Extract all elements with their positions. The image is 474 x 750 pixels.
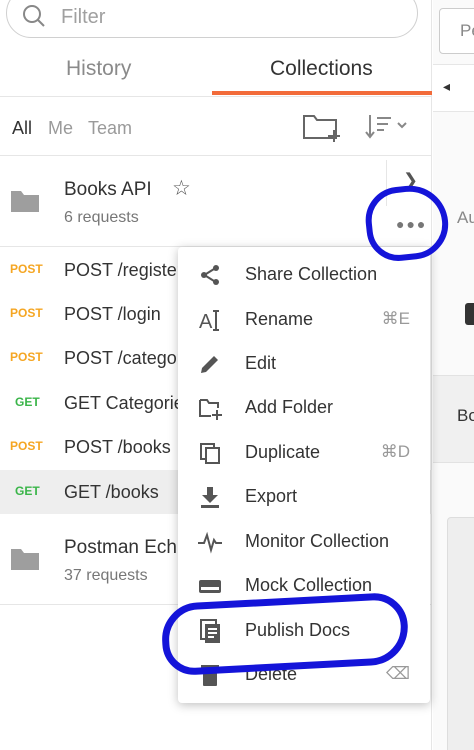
- active-tab-indicator: [212, 91, 432, 95]
- request-url-input[interactable]: Pe: [439, 8, 474, 54]
- method-badge: POST: [10, 306, 43, 320]
- chevron-down-icon[interactable]: ◂: [443, 78, 450, 95]
- add-folder-icon: [199, 399, 222, 420]
- mock-icon: [199, 580, 221, 593]
- collection-request-count: 6 requests: [64, 209, 139, 226]
- menu-item-monitor-collection[interactable]: Monitor Collection: [178, 520, 430, 564]
- star-icon[interactable]: ☆: [172, 176, 191, 201]
- collection-filters: All Me Team: [0, 98, 432, 156]
- method-badge: POST: [10, 262, 43, 276]
- menu-item-label: Monitor Collection: [245, 531, 390, 551]
- search-icon: [23, 5, 45, 27]
- duplicate-icon: [200, 443, 220, 464]
- annotation-circle-publish-docs: [160, 591, 410, 677]
- collection-name: Books API: [64, 179, 152, 200]
- new-collection-icon[interactable]: [302, 112, 342, 142]
- folder-icon: [11, 549, 39, 570]
- menu-item-label: Share Collection: [245, 264, 378, 284]
- tab-history[interactable]: History: [66, 57, 131, 81]
- menu-item-add-folder[interactable]: Add Folder: [178, 386, 430, 430]
- edit-icon: [201, 356, 218, 373]
- menu-item-shortcut: ⌫: [385, 664, 410, 683]
- collection-name: Postman Ech: [64, 537, 177, 558]
- body-tab-label[interactable]: Bo: [457, 406, 474, 426]
- method-badge: POST: [10, 439, 43, 453]
- menu-item-label: Add Folder: [245, 397, 334, 417]
- menu-item-duplicate[interactable]: Duplicate ⌘D: [178, 431, 430, 475]
- export-icon: [201, 487, 219, 508]
- method-badge: GET: [15, 395, 40, 409]
- filter-me[interactable]: Me: [48, 118, 73, 139]
- rename-icon: A: [199, 310, 219, 332]
- folder-icon: [11, 191, 39, 212]
- filter-team[interactable]: Team: [88, 118, 132, 139]
- menu-item-label: Edit: [245, 353, 277, 373]
- checkbox-icon[interactable]: [465, 303, 474, 325]
- sort-icon[interactable]: [364, 112, 410, 142]
- request-editor-pane: Pe ◂ Au Bo: [433, 0, 474, 750]
- method-badge: POST: [10, 350, 43, 364]
- search-input[interactable]: Filter: [61, 6, 105, 29]
- menu-item-label: Export: [245, 486, 298, 506]
- menu-item-edit[interactable]: Edit: [178, 342, 430, 386]
- menu-item-export[interactable]: Export: [178, 475, 430, 519]
- sidebar-tabs: History Collections: [0, 45, 432, 97]
- menu-item-shortcut: ⌘E: [381, 309, 410, 328]
- method-badge: GET: [15, 484, 40, 498]
- request-bar: [433, 64, 474, 112]
- menu-item-label: Rename: [245, 309, 314, 329]
- collection-request-count: 37 requests: [64, 567, 148, 584]
- request-name: GET Categorie: [64, 393, 184, 413]
- request-name: POST /books: [64, 437, 171, 457]
- filter-all[interactable]: All: [12, 118, 32, 139]
- share-icon: [201, 265, 219, 285]
- request-name: POST /login: [64, 304, 161, 324]
- search-bar[interactable]: Filter: [6, 0, 418, 38]
- response-panel: [447, 517, 474, 750]
- menu-item-label: Mock Collection: [245, 575, 373, 595]
- request-name: POST /categor: [64, 348, 183, 368]
- menu-item-label: Duplicate: [245, 442, 321, 462]
- request-name: POST /register: [64, 260, 183, 280]
- auth-tab-label[interactable]: Au: [457, 208, 474, 228]
- request-name: GET /books: [64, 482, 159, 502]
- menu-item-shortcut: ⌘D: [380, 442, 410, 461]
- menu-item-rename[interactable]: A Rename ⌘E: [178, 298, 430, 342]
- monitor-icon: [198, 531, 222, 554]
- svg-text:A: A: [199, 311, 213, 332]
- tab-collections[interactable]: Collections: [270, 57, 373, 81]
